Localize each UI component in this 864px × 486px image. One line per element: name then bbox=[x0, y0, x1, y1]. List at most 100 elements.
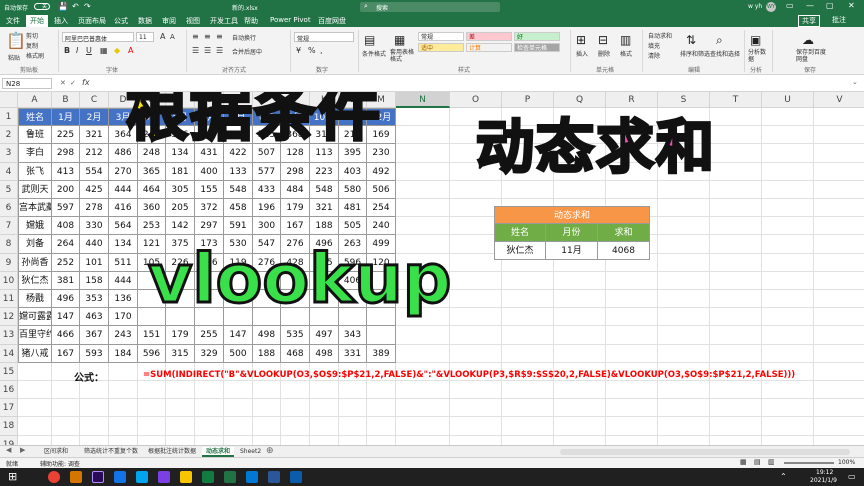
horizontal-scrollbar[interactable] bbox=[560, 449, 850, 455]
lookup-header-sum[interactable]: 求和 bbox=[598, 224, 650, 243]
row-header[interactable]: 17 bbox=[0, 399, 18, 418]
table-cell[interactable]: 179 bbox=[166, 326, 195, 345]
table-cell[interactable]: 嫦娥 bbox=[18, 217, 52, 236]
italic-icon[interactable]: I bbox=[76, 46, 78, 55]
table-cell[interactable]: 武则天 bbox=[18, 180, 52, 199]
table-cell[interactable]: 298 bbox=[52, 144, 80, 163]
lookup-name-value[interactable]: 狄仁杰 bbox=[494, 242, 546, 261]
cut-button[interactable]: 剪切 bbox=[26, 31, 38, 40]
style-normal[interactable]: 常规 bbox=[418, 32, 464, 41]
menu-view[interactable]: 视图 bbox=[186, 16, 200, 26]
table-cell[interactable]: 300 bbox=[253, 217, 281, 236]
table-cell[interactable]: 188 bbox=[253, 344, 281, 363]
ribbon-display-icon[interactable]: ▭ bbox=[786, 1, 794, 10]
table-cell[interactable]: 343 bbox=[339, 326, 367, 345]
row-header[interactable]: 9 bbox=[0, 253, 18, 272]
font-color-icon[interactable]: A bbox=[128, 46, 133, 55]
delete-cells-icon[interactable]: ⊟ bbox=[598, 33, 608, 47]
table-cell[interactable]: 321 bbox=[80, 126, 109, 145]
word-icon[interactable] bbox=[268, 471, 280, 483]
table-cell[interactable]: 嫦可露露 bbox=[18, 308, 52, 327]
table-cell[interactable]: 狄仁杰 bbox=[18, 271, 52, 290]
table-header-cell[interactable]: 2月 bbox=[80, 108, 109, 127]
copy-button[interactable]: 复制 bbox=[26, 41, 38, 50]
insert-cells-icon[interactable]: ⊞ bbox=[576, 33, 586, 47]
insert-cells-button[interactable]: 插入 bbox=[576, 49, 588, 58]
table-cell[interactable]: 463 bbox=[80, 308, 109, 327]
folder-icon[interactable] bbox=[180, 471, 192, 483]
table-cell[interactable]: 298 bbox=[281, 162, 310, 181]
sort-filter-button[interactable]: 排序和筛选 bbox=[680, 49, 710, 58]
table-cell[interactable]: 416 bbox=[109, 199, 138, 218]
paste-icon[interactable]: 📋 bbox=[6, 31, 26, 50]
table-cell[interactable]: 580 bbox=[339, 180, 367, 199]
number-format-select[interactable]: 常规 bbox=[294, 32, 354, 43]
table-cell[interactable]: 鲁班 bbox=[18, 126, 52, 145]
row-header[interactable]: 19 bbox=[0, 435, 18, 445]
merge-center-button[interactable]: 合并后居中 bbox=[232, 47, 262, 56]
table-cell[interactable]: 425 bbox=[80, 180, 109, 199]
table-cell[interactable]: 杨戬 bbox=[18, 290, 52, 309]
column-header[interactable]: T bbox=[710, 92, 762, 108]
table-cell[interactable]: 孙尚香 bbox=[18, 253, 52, 272]
app-icon[interactable] bbox=[70, 471, 82, 483]
zoom-level[interactable]: 100% bbox=[838, 459, 855, 466]
style-check-cell[interactable]: 检查单元格 bbox=[514, 43, 560, 52]
comment-button[interactable]: 批注 bbox=[832, 15, 846, 25]
sort-filter-icon[interactable]: ⇅ bbox=[686, 33, 696, 47]
column-header[interactable]: A bbox=[18, 92, 52, 108]
baidu-cloud-icon[interactable]: ☁ bbox=[802, 33, 814, 47]
column-header[interactable]: C bbox=[80, 92, 109, 108]
table-cell[interactable]: 百里守约 bbox=[18, 326, 52, 345]
column-header[interactable]: U bbox=[762, 92, 814, 108]
table-cell[interactable]: 223 bbox=[310, 162, 339, 181]
table-cell[interactable]: 315 bbox=[166, 344, 195, 363]
enter-icon[interactable]: ✓ bbox=[70, 79, 76, 87]
avatar[interactable]: WY bbox=[766, 2, 776, 12]
table-cell[interactable]: 593 bbox=[80, 344, 109, 363]
lookup-sum-value[interactable]: 4068 bbox=[598, 242, 650, 261]
row-header[interactable]: 3 bbox=[0, 144, 18, 163]
table-cell[interactable]: 212 bbox=[80, 144, 109, 163]
table-cell[interactable]: 253 bbox=[138, 217, 166, 236]
table-cell[interactable]: 497 bbox=[310, 326, 339, 345]
align-right-icon[interactable]: ☰ bbox=[216, 46, 223, 55]
expand-formula-icon[interactable]: ⌄ bbox=[852, 78, 858, 86]
table-cell[interactable]: 255 bbox=[195, 326, 224, 345]
row-header[interactable]: 1 bbox=[0, 108, 18, 127]
table-cell[interactable]: 254 bbox=[367, 199, 396, 218]
table-cell[interactable]: 498 bbox=[310, 344, 339, 363]
page-layout-icon[interactable]: ▤ bbox=[754, 458, 761, 466]
row-header[interactable]: 6 bbox=[0, 199, 18, 218]
align-top-icon[interactable]: ≡ bbox=[192, 32, 199, 41]
table-cell[interactable]: 464 bbox=[138, 180, 166, 199]
wrap-text-button[interactable]: 自动换行 bbox=[232, 33, 256, 42]
table-cell[interactable]: 511 bbox=[109, 253, 138, 272]
table-cell[interactable]: 151 bbox=[138, 326, 166, 345]
table-cell[interactable]: 597 bbox=[52, 199, 80, 218]
row-header[interactable]: 2 bbox=[0, 126, 18, 145]
table-cell[interactable]: 243 bbox=[109, 326, 138, 345]
row-header[interactable]: 7 bbox=[0, 217, 18, 236]
table-cell[interactable]: 133 bbox=[224, 162, 253, 181]
menu-developer[interactable]: 开发工具 bbox=[210, 16, 238, 26]
select-all-corner[interactable] bbox=[0, 92, 18, 108]
row-header[interactable]: 14 bbox=[0, 344, 18, 363]
menu-review[interactable]: 审阅 bbox=[162, 16, 176, 26]
app-icon[interactable] bbox=[114, 471, 126, 483]
table-cell[interactable]: 宫本武藏 bbox=[18, 199, 52, 218]
app-icon[interactable] bbox=[158, 471, 170, 483]
clear-button[interactable]: 清除 bbox=[648, 51, 660, 60]
normal-view-icon[interactable]: ▦ bbox=[740, 458, 747, 466]
table-cell[interactable]: 330 bbox=[80, 217, 109, 236]
table-cell[interactable]: 李白 bbox=[18, 144, 52, 163]
close-icon[interactable]: ✕ bbox=[848, 1, 855, 10]
table-cell[interactable]: 225 bbox=[52, 126, 80, 145]
lookup-title[interactable]: 动态求和 bbox=[494, 206, 650, 225]
conditional-format-icon[interactable]: ▤ bbox=[364, 33, 375, 47]
style-neutral[interactable]: 适中 bbox=[418, 43, 464, 52]
row-header[interactable]: 13 bbox=[0, 326, 18, 345]
table-cell[interactable]: 264 bbox=[52, 235, 80, 254]
table-cell[interactable]: 433 bbox=[253, 180, 281, 199]
table-cell[interactable]: 170 bbox=[109, 308, 138, 327]
